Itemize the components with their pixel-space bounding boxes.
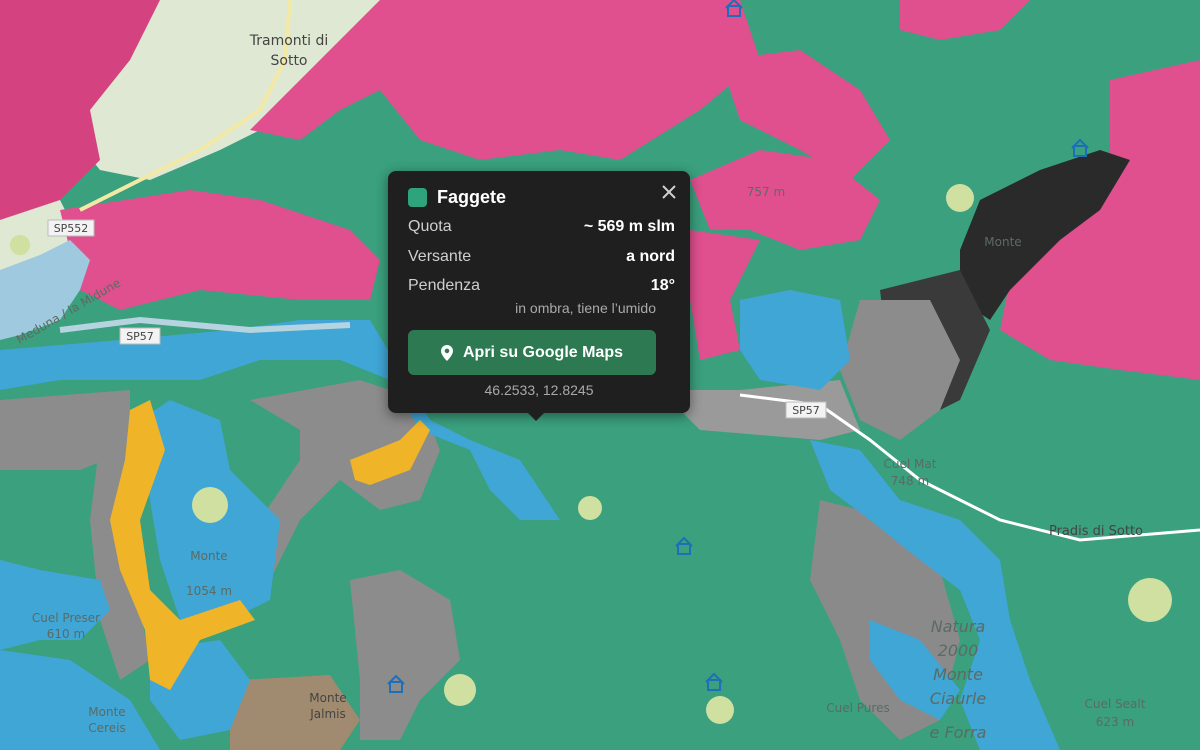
map-pin-icon [440, 344, 453, 361]
open-google-maps-button[interactable]: Apri su Google Maps [408, 330, 656, 375]
meadow-patch [706, 696, 734, 724]
popup-note: in ombra, tiene l’umido [515, 300, 656, 316]
button-label: Apri su Google Maps [462, 343, 623, 361]
coordinates-readout: 46.2533, 12.8245 [484, 382, 594, 398]
popup-title: Faggete [437, 187, 507, 207]
road-label: SP57 [792, 404, 820, 417]
place-label: Cuel Pures [826, 701, 889, 715]
meadow-patch [1128, 578, 1172, 622]
place-label: Cereis [88, 721, 125, 735]
place-label: e Forra [930, 723, 987, 742]
road-label: SP57 [126, 330, 154, 343]
popup-row-versante: Versante a nord [408, 248, 675, 266]
legend-swatch [408, 188, 427, 207]
map-popup: Faggete Quota ~ 569 m slm Versante a nor… [388, 171, 690, 421]
place-label: Monte [190, 549, 227, 563]
place-label: Jalmis [309, 707, 346, 721]
popup-pointer [527, 412, 545, 421]
popup-row-pendenza: Pendenza 18° [408, 277, 675, 295]
place-label: Sotto [271, 53, 308, 69]
meadow-patch [192, 487, 228, 523]
close-icon[interactable] [660, 183, 678, 201]
place-label: Monte [933, 665, 983, 684]
road-shield: SP57 [785, 401, 827, 419]
place-label: Tramonti di [249, 33, 329, 49]
place-label: Monte [88, 705, 125, 719]
road-shield: SP552 [47, 219, 95, 237]
place-label: Pradis di Sotto [1049, 524, 1143, 539]
place-label: 757 m [747, 185, 785, 199]
row-value: ~ 569 m slm [583, 218, 675, 235]
road-shield: SP57 [119, 327, 161, 345]
place-label: Monte [309, 691, 346, 705]
popup-header: Faggete [408, 187, 506, 208]
place-label: 1054 m [186, 584, 232, 598]
place-label: 2000 [938, 641, 979, 660]
meadow-patch [578, 496, 602, 520]
row-value: 18° [650, 277, 675, 294]
row-key: Pendenza [408, 277, 481, 294]
meadow-patch [946, 184, 974, 212]
row-value: a nord [626, 248, 675, 265]
place-label: 610 m [47, 627, 85, 641]
place-label: Natura [931, 617, 986, 636]
road-label: SP552 [54, 222, 89, 235]
place-label: Ciaurle [930, 689, 987, 708]
place-label: Cuel Mat [884, 457, 937, 471]
row-key: Versante [408, 248, 472, 265]
place-label: 748 m [891, 474, 929, 488]
meadow-patch [444, 674, 476, 706]
place-label: Cuel Preser [32, 611, 100, 625]
place-label: 623 m [1096, 715, 1134, 729]
row-key: Quota [408, 218, 452, 235]
place-label: Monte [984, 235, 1021, 249]
meadow-patch [10, 235, 30, 255]
popup-row-quota: Quota ~ 569 m slm [408, 218, 675, 236]
place-label: Cuel Sealt [1085, 697, 1146, 711]
